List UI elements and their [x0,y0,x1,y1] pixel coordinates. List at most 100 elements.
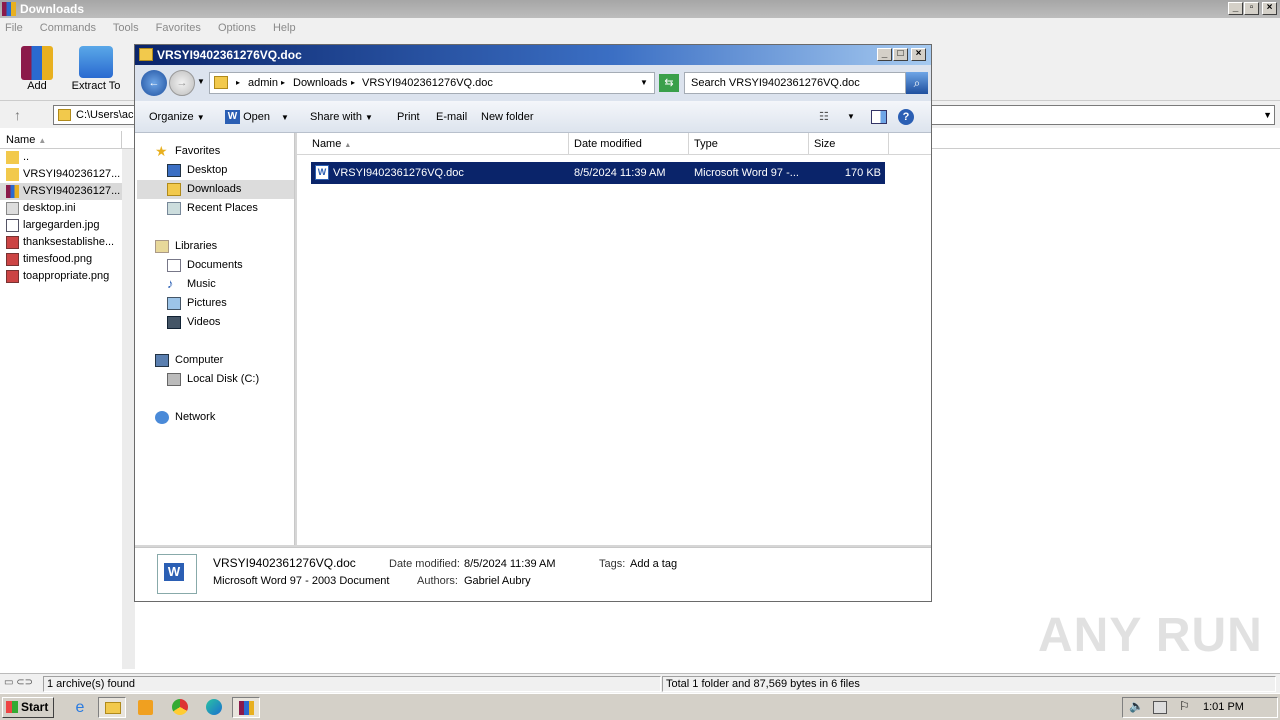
close-button[interactable]: × [911,48,926,61]
menu-help[interactable]: Help [273,22,296,34]
edge-icon[interactable] [200,697,228,718]
menu-file[interactable]: File [5,22,23,34]
ie-icon[interactable]: e [66,697,94,718]
close-button[interactable]: × [1262,2,1277,15]
restore-button[interactable]: ▫ [1244,2,1259,15]
list-item[interactable]: thanksestablishe... [0,234,122,251]
list-item[interactable]: timesfood.png [0,251,122,268]
maximize-button[interactable]: □ [893,48,908,61]
preview-pane-icon[interactable] [871,110,887,124]
breadcrumb-file[interactable]: VRSYI9402361276VQ.doc [362,73,493,93]
column-name[interactable]: Name ▲ [307,133,569,155]
search-icon[interactable]: ⌕ [906,72,928,94]
search-input[interactable]: Search VRSYI9402361276VQ.doc [684,72,906,94]
column-size[interactable]: Size [809,133,889,155]
status-right: Total 1 folder and 87,569 bytes in 6 fil… [662,676,1276,692]
recent-places-icon [167,202,181,215]
nav-label: Computer [175,354,224,366]
nav-videos[interactable]: Videos [163,313,220,332]
explorer-title-bar[interactable]: VRSYI9402361276VQ.doc _ □ × [135,45,931,65]
details-authors-value[interactable]: Gabriel Aubry [464,575,531,587]
column-name[interactable]: Name ▲ [0,131,122,149]
nav-downloads[interactable]: Downloads [137,180,294,199]
chevron-down-icon[interactable]: ▼ [847,101,855,133]
network-icon[interactable] [1153,701,1167,714]
column-type[interactable]: Type [689,133,809,155]
new-folder-button[interactable]: New folder [481,101,534,133]
organize-button[interactable]: Organize ▼ [149,101,205,133]
breadcrumb-admin[interactable]: admin [248,73,278,93]
forward-button[interactable]: → [169,70,195,96]
menu-options[interactable]: Options [218,22,256,34]
nav-music[interactable]: ♪ Music [163,275,216,294]
breadcrumb[interactable]: ▸ admin ▸ Downloads ▸ VRSYI9402361276VQ.… [209,72,655,94]
nav-favorites[interactable]: ★ Favorites [151,142,220,161]
list-item[interactable]: desktop.ini [0,200,122,217]
cell-name: VRSYI9402361276VQ.doc [333,167,464,179]
drive-lock-icon: ▭ ⊂⊃ [4,677,33,688]
taskbar: Start e 🔈 ⚐ 1:01 PM [0,693,1280,720]
add-button[interactable]: Add [14,46,60,92]
chevron-down-icon[interactable]: ▼ [640,73,648,93]
print-button[interactable]: Print [397,101,420,133]
nav-pictures[interactable]: Pictures [163,294,227,313]
documents-icon [167,259,181,272]
clock[interactable]: 1:01 PM [1203,698,1244,717]
menu-commands[interactable]: Commands [40,22,96,34]
item-label: VRSYI940236127... [23,185,121,197]
extract-to-button[interactable]: Extract To [68,46,124,92]
explorer-title: VRSYI9402361276VQ.doc [157,48,302,62]
explorer-taskbar-button[interactable] [98,697,126,718]
nav-local-disk[interactable]: Local Disk (C:) [163,370,259,389]
minimize-button[interactable]: _ [877,48,892,61]
winrar-icon [239,701,254,715]
list-item[interactable]: VRSYI940236127... [0,166,122,183]
share-with-button[interactable]: Share with ▼ [310,101,373,133]
winrar-title-bar[interactable]: Downloads _ ▫ × [0,0,1280,18]
minimize-button[interactable]: _ [1228,2,1243,15]
nav-computer[interactable]: Computer [151,351,223,370]
back-button[interactable]: ← [141,70,167,96]
email-button[interactable]: E-mail [436,101,467,133]
nav-network[interactable]: Network [151,408,215,427]
nav-desktop[interactable]: Desktop [163,161,227,180]
nav-label: Favorites [175,145,221,157]
media-player-icon[interactable] [132,697,160,718]
breadcrumb-downloads[interactable]: Downloads [293,73,347,93]
item-label: toappropriate.png [23,270,110,282]
word-doc-icon: W [315,165,329,180]
chevron-down-icon[interactable]: ▼ [1263,106,1272,124]
column-date[interactable]: Date modified [569,133,689,155]
details-tags-value[interactable]: Add a tag [630,558,677,570]
view-options-icon[interactable]: ☷ [819,101,829,133]
up-arrow-icon[interactable]: ↑ [14,107,21,123]
up-folder-icon [6,151,19,164]
nav-documents[interactable]: Documents [163,256,243,275]
nav-recent-places[interactable]: Recent Places [163,199,258,218]
menu-tools[interactable]: Tools [113,22,139,34]
sort-up-icon: ▲ [344,142,352,149]
address-text: C:\Users\ac [76,109,134,121]
image-file-icon [6,236,19,249]
chevron-down-icon: ▼ [196,113,205,122]
list-item[interactable]: toappropriate.png [0,268,122,285]
nav-label: Pictures [187,297,227,309]
menu-favorites[interactable]: Favorites [156,22,201,34]
image-file-icon [6,270,19,283]
list-item[interactable]: .. [0,149,122,166]
open-button[interactable]: W Open ▼ [225,101,289,133]
nav-libraries[interactable]: Libraries [151,237,217,256]
details-date-value: 8/5/2024 11:39 AM [464,558,556,570]
flag-icon[interactable]: ⚐ [1179,699,1190,713]
chevron-down-icon[interactable]: ▼ [197,77,205,86]
details-filetype: Microsoft Word 97 - 2003 Document [213,575,390,587]
volume-icon[interactable]: 🔈 [1129,699,1144,713]
table-row[interactable]: W VRSYI9402361276VQ.doc 8/5/2024 11:39 A… [311,162,885,184]
help-icon[interactable]: ? [898,109,914,125]
start-button[interactable]: Start [2,697,54,718]
list-item[interactable]: largegarden.jpg [0,217,122,234]
list-item[interactable]: VRSYI940236127... [0,183,122,200]
refresh-icon[interactable]: ⇆ [659,74,679,92]
winrar-taskbar-button[interactable] [232,697,260,718]
chrome-icon[interactable] [166,697,194,718]
